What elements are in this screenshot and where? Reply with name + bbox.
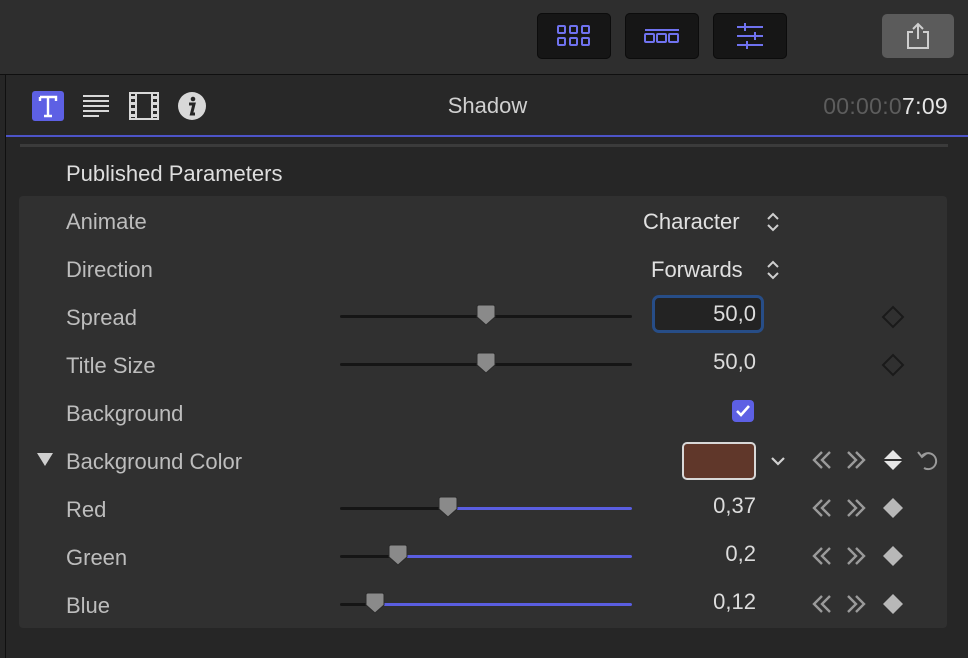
chevron-down-icon[interactable] bbox=[770, 455, 786, 467]
green-value[interactable]: 0,2 bbox=[636, 541, 756, 567]
previous-keyframe-icon[interactable] bbox=[808, 591, 834, 617]
param-title-size-label: Title Size bbox=[66, 353, 156, 378]
direction-popup-value: Forwards bbox=[651, 257, 743, 282]
disclosure-triangle-icon[interactable] bbox=[36, 451, 54, 467]
keyframe-diamond-icon[interactable] bbox=[880, 304, 906, 330]
direction-popup[interactable]: Forwards bbox=[650, 253, 792, 285]
next-keyframe-icon[interactable] bbox=[844, 591, 870, 617]
section-title: Published Parameters bbox=[66, 161, 283, 186]
updown-chevron-icon bbox=[767, 260, 779, 280]
previous-keyframe-icon[interactable] bbox=[808, 447, 834, 473]
previous-keyframe-icon[interactable] bbox=[808, 495, 834, 521]
previous-keyframe-icon[interactable] bbox=[808, 543, 834, 569]
animate-popup[interactable]: Character bbox=[642, 205, 792, 237]
keyframe-diamond-icon[interactable] bbox=[880, 543, 906, 569]
timeline-icon bbox=[644, 29, 679, 43]
browser-grid-icon bbox=[557, 25, 590, 46]
next-keyframe-icon[interactable] bbox=[844, 447, 870, 473]
blue-value[interactable]: 0,12 bbox=[636, 589, 756, 615]
slider-thumb[interactable] bbox=[387, 544, 409, 566]
spread-value: 50,0 bbox=[713, 301, 756, 326]
title-size-value[interactable]: 50,0 bbox=[636, 349, 756, 375]
slider-thumb[interactable] bbox=[475, 352, 497, 374]
red-slider[interactable] bbox=[340, 496, 632, 518]
inspector-header: Shadow 00:00:07:09 bbox=[6, 75, 968, 137]
blue-slider[interactable] bbox=[340, 592, 632, 614]
background-color-well[interactable] bbox=[682, 442, 756, 480]
inspector-button[interactable] bbox=[713, 13, 787, 59]
share-button[interactable] bbox=[882, 14, 954, 58]
next-keyframe-icon[interactable] bbox=[844, 543, 870, 569]
param-blue-label: Blue bbox=[66, 593, 111, 618]
title-size-slider[interactable] bbox=[340, 352, 632, 374]
keyframe-diamond-icon[interactable] bbox=[880, 352, 906, 378]
inspector-panel: Shadow 00:00:07:09 Published Parameters … bbox=[5, 75, 968, 658]
next-keyframe-icon[interactable] bbox=[844, 495, 870, 521]
slider-fill bbox=[398, 555, 632, 558]
param-animate-label: Animate bbox=[66, 209, 147, 234]
param-direction-label: Direction bbox=[66, 257, 153, 282]
slider-fill bbox=[448, 507, 632, 510]
keyframe-diamond-icon[interactable] bbox=[880, 447, 906, 473]
timecode-dim: 00:00:0 bbox=[823, 93, 903, 119]
updown-chevron-icon bbox=[767, 212, 779, 232]
slider-thumb[interactable] bbox=[364, 592, 386, 614]
inspector-sliders-icon bbox=[737, 23, 763, 49]
slider-fill bbox=[375, 603, 632, 606]
param-background-color-label: Background Color bbox=[66, 449, 243, 474]
slider-thumb[interactable] bbox=[437, 496, 459, 518]
background-checkbox[interactable] bbox=[732, 400, 754, 422]
keyframe-diamond-icon[interactable] bbox=[880, 495, 906, 521]
red-value[interactable]: 0,37 bbox=[636, 493, 756, 519]
browser-button[interactable] bbox=[537, 13, 611, 59]
checkmark-icon bbox=[736, 405, 750, 417]
animate-popup-value: Character bbox=[643, 209, 740, 234]
timecode: 00:00:07:09 bbox=[823, 93, 948, 120]
param-spread-label: Spread bbox=[66, 305, 137, 330]
keyframe-diamond-icon[interactable] bbox=[880, 591, 906, 617]
timeline-button[interactable] bbox=[625, 13, 699, 59]
slider-thumb[interactable] bbox=[475, 304, 497, 326]
param-background-label: Background bbox=[66, 401, 184, 426]
share-icon bbox=[907, 22, 929, 49]
reset-icon[interactable] bbox=[914, 447, 940, 473]
section-divider bbox=[20, 144, 948, 147]
top-toolbar bbox=[0, 0, 968, 75]
spread-slider[interactable] bbox=[340, 304, 632, 326]
timecode-bright: 7:09 bbox=[902, 93, 948, 119]
param-green-label: Green bbox=[66, 545, 128, 570]
green-slider[interactable] bbox=[340, 544, 632, 566]
param-red-label: Red bbox=[66, 497, 107, 522]
